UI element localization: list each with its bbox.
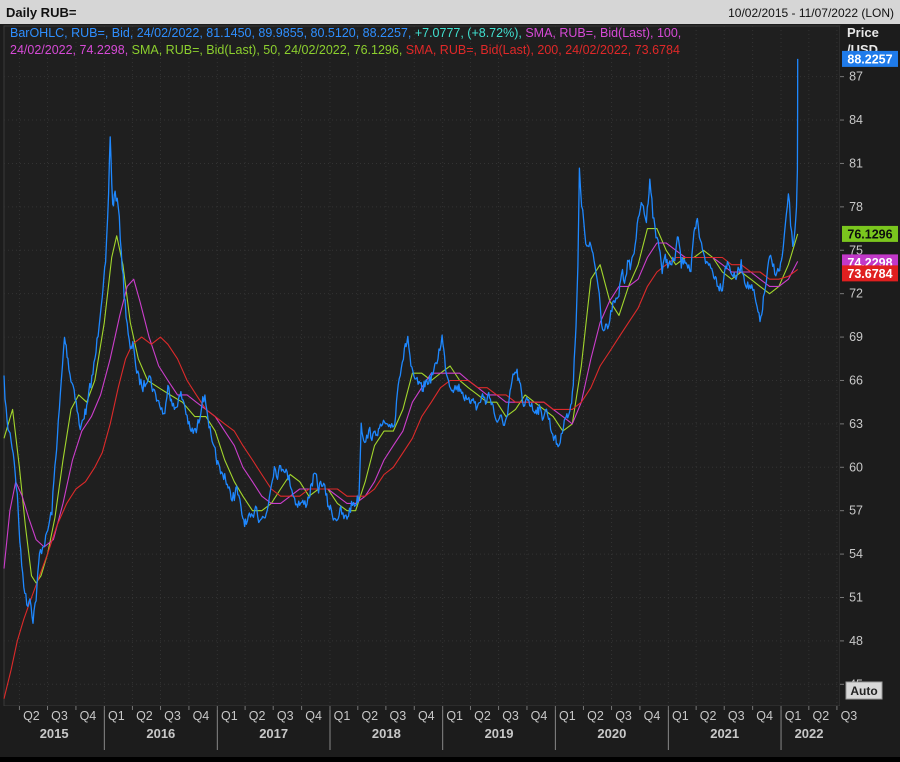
quarter-tick-label: Q3 [728,709,745,723]
price-tag: 73.6784 [842,265,898,282]
y-tick-label: 60 [849,460,863,474]
quarter-tick-label: Q4 [644,709,661,723]
year-label: 2016 [146,726,175,741]
legend-line-1: BarOHLC, RUB=, Bid, 24/02/2022, 81.1450,… [10,26,681,40]
price-tag-label: 88.2257 [847,52,892,66]
y-tick-label: 54 [849,547,863,561]
y-tick-label: 87 [849,70,863,84]
quarter-tick-label: Q2 [136,709,153,723]
year-label: 2022 [795,726,824,741]
quarter-tick-label: Q3 [390,709,407,723]
quarter-tick-label: Q4 [305,709,322,723]
quarter-tick-label: Q3 [502,709,519,723]
quarter-tick-label: Q4 [418,709,435,723]
quarter-tick-label: Q2 [700,709,717,723]
quarter-tick-label: Q1 [334,709,351,723]
y-tick-label: 51 [849,590,863,604]
chart-title: Daily RUB= [6,5,77,20]
y-tick-label: 69 [849,330,863,344]
plot-area[interactable] [3,25,841,707]
quarter-tick-label: Q3 [615,709,632,723]
price-tag-label: 76.1296 [847,227,892,241]
quarter-tick-label: Q4 [531,709,548,723]
price-chart: Daily RUB= 10/02/2015 - 11/07/2022 (LON)… [0,0,900,757]
y-tick-label: 48 [849,634,863,648]
price-tag: 88.2257 [842,50,898,67]
y-axis-title-line1: Price [847,25,879,40]
quarter-tick-label: Q1 [446,709,463,723]
date-range: 10/02/2015 - 11/07/2022 (LON) [728,6,894,20]
quarter-tick-label: Q1 [108,709,125,723]
quarter-tick-label: Q2 [23,709,40,723]
legend-sma100-tail: 24/02/2022, 74.2298, [10,43,132,57]
quarter-tick-label: Q2 [474,709,491,723]
legend-change: +7.0777, (+8.72%), [415,26,526,40]
quarter-tick-label: Q3 [164,709,181,723]
legend-sma100-head: SMA, RUB=, Bid(Last), 100, [525,26,681,40]
year-label: 2018 [372,726,401,741]
quarter-tick-label: Q1 [785,709,802,723]
quarter-tick-label: Q1 [221,709,238,723]
quarter-tick-label: Q2 [361,709,378,723]
quarter-tick-label: Q4 [193,709,210,723]
y-tick-label: 84 [849,113,863,127]
y-tick-label: 57 [849,504,863,518]
quarter-tick-label: Q1 [559,709,576,723]
legend-line-2: 24/02/2022, 74.2298, SMA, RUB=, Bid(Last… [10,43,680,57]
y-tick-label: 78 [849,200,863,214]
legend-sma50: SMA, RUB=, Bid(Last), 50, 24/02/2022, 76… [132,43,406,57]
year-label: 2015 [40,726,69,741]
year-label: 2019 [485,726,514,741]
year-label: 2021 [710,726,739,741]
year-label: 2017 [259,726,288,741]
legend-sma200: SMA, RUB=, Bid(Last), 200, 24/02/2022, 7… [406,43,680,57]
quarter-tick-label: Q4 [80,709,97,723]
quarter-tick-label: Q2 [587,709,604,723]
price-tag-label: 73.6784 [847,267,892,281]
quarter-tick-label: Q3 [51,709,68,723]
legend-ohlc: BarOHLC, RUB=, Bid, 24/02/2022, 81.1450,… [10,26,415,40]
auto-scale-label: Auto [850,684,877,698]
quarter-tick-label: Q2 [812,709,829,723]
auto-scale-button[interactable]: Auto [845,681,883,700]
quarter-tick-label: Q3 [277,709,294,723]
y-tick-label: 63 [849,417,863,431]
y-tick-label: 66 [849,373,863,387]
y-tick-label: 72 [849,287,863,301]
quarter-tick-label: Q2 [249,709,266,723]
year-label: 2020 [597,726,626,741]
chart-window: Daily RUB= 10/02/2015 - 11/07/2022 (LON)… [0,0,900,757]
quarter-tick-label: Q3 [841,709,858,723]
quarter-tick-label: Q1 [672,709,689,723]
quarter-tick-label: Q4 [756,709,773,723]
price-tag: 76.1296 [842,225,898,242]
y-tick-label: 81 [849,156,863,170]
